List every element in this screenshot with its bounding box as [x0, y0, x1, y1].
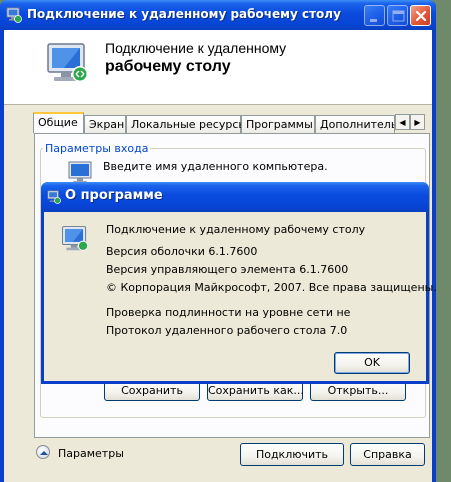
about-dialog-title: О программе — [65, 188, 163, 203]
tab-scroll-right-button[interactable]: ▶ — [410, 114, 425, 130]
banner: Подключение к удаленному рабочему столу — [4, 30, 432, 105]
maximize-icon — [392, 10, 405, 22]
about-control-version: Версия управляющего элемента 6.1.7600 — [106, 263, 349, 276]
chevron-right-icon: ▶ — [414, 117, 421, 127]
remote-desktop-icon — [47, 43, 88, 82]
minimize-button[interactable] — [364, 5, 385, 26]
params-label[interactable]: Параметры — [58, 447, 124, 460]
tab-local-resources[interactable]: Локальные ресурсы — [126, 115, 247, 133]
about-shell-version: Версия оболочки 6.1.7600 — [106, 245, 258, 258]
remote-desktop-icon — [62, 226, 89, 251]
maximize-button[interactable] — [387, 5, 408, 26]
close-button[interactable] — [410, 5, 431, 26]
close-icon — [415, 10, 427, 22]
window-title: Подключение к удаленному рабочему столу — [27, 7, 341, 21]
about-copyright: © Корпорация Майкрософт, 2007. Все права… — [106, 281, 437, 294]
computer-hint: Введите имя удаленного компьютера. — [103, 160, 328, 173]
remote-desktop-icon — [6, 7, 22, 23]
tab-programs[interactable]: Программы — [241, 115, 315, 133]
about-dialog: О программе Подключение к удаленному раб… — [41, 182, 437, 384]
tab-general[interactable]: Общие — [33, 112, 84, 133]
about-title-bar[interactable]: О программе — [41, 182, 429, 212]
chevron-left-icon: ◀ — [399, 117, 406, 127]
tab-scroll-left-button[interactable]: ◀ — [395, 114, 410, 130]
about-protocol-version: Протокол удаленного рабочего стола 7.0 — [106, 324, 348, 337]
chevron-up-icon — [40, 451, 48, 455]
tab-advanced[interactable]: Дополнительн — [315, 115, 395, 133]
about-client-area: Подключение к удаленному рабочему столу … — [44, 212, 437, 381]
connect-button[interactable]: Подключить — [240, 443, 344, 466]
title-bar[interactable]: Подключение к удаленному рабочему столу — [0, 0, 436, 30]
help-button[interactable]: Справка — [350, 443, 425, 466]
banner-title-line1: Подключение к удаленному — [105, 40, 287, 56]
banner-title-line2: рабочему столу — [105, 58, 231, 75]
tab-display[interactable]: Экран — [84, 115, 126, 133]
params-toggle-button[interactable] — [36, 445, 50, 459]
ok-button[interactable]: OK — [334, 352, 410, 374]
about-nla-status: Проверка подлинности на уровне сети не — [106, 306, 351, 319]
remote-desktop-icon — [47, 190, 61, 204]
group-title: Параметры входа — [43, 142, 151, 155]
minimize-icon — [370, 19, 377, 22]
tab-scroll-buttons: ◀ ▶ — [395, 114, 425, 130]
about-product-name: Подключение к удаленному рабочему столу — [106, 223, 366, 236]
